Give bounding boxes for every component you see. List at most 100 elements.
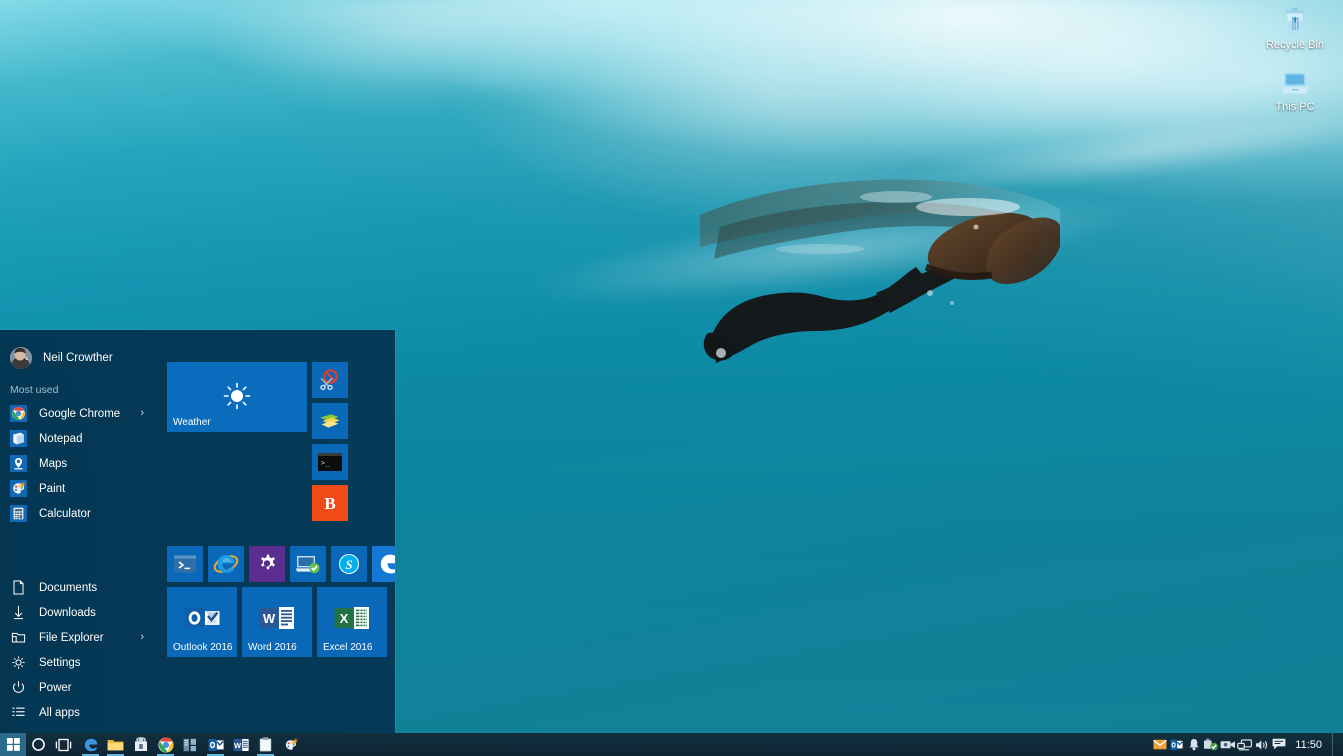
start-item-label: File Explorer: [39, 631, 104, 644]
outlook-icon: [184, 604, 220, 632]
taskbar: W 11:50: [0, 733, 1343, 756]
start-item-label: Documents: [39, 581, 98, 594]
taskbar-app-google-chrome[interactable]: [153, 733, 178, 756]
tray-outlook-icon[interactable]: [1168, 733, 1185, 756]
start-item-power[interactable]: Power: [0, 675, 160, 700]
tray-usb-eject-icon[interactable]: [1202, 733, 1219, 756]
snipping-tool-icon: [318, 368, 342, 392]
tray-speaker-icon[interactable]: [1253, 733, 1270, 756]
notepad-icon: [259, 737, 272, 752]
taskbar-app-notepad[interactable]: [253, 733, 278, 756]
taskbar-pinned-apps: W: [78, 733, 303, 756]
taskbar-app-microsoft-edge[interactable]: [78, 733, 103, 756]
taskbar-app-server-manager[interactable]: [178, 733, 203, 756]
start-item-downloads[interactable]: Downloads: [0, 600, 160, 625]
avatar: [10, 347, 32, 369]
folder-explorer-icon: [10, 629, 27, 646]
desktop-screen: Recycle Bin This PC Neil Crowther Most u…: [0, 0, 1343, 756]
svg-text:B: B: [324, 494, 335, 513]
tile-sticky-notes[interactable]: [312, 403, 348, 439]
show-desktop-button[interactable]: [1332, 733, 1339, 756]
start-menu[interactable]: Neil Crowther Most used Google Chrome › …: [0, 330, 395, 733]
tile-remote-desktop[interactable]: [290, 546, 326, 582]
tile-microsoft-edge[interactable]: [372, 546, 395, 582]
tray-mail-icon[interactable]: [1151, 733, 1168, 756]
store-icon: [134, 737, 148, 752]
tray-action-center-icon[interactable]: [1270, 733, 1287, 756]
tile-settings[interactable]: [249, 546, 285, 582]
desktop-icon-recycle-bin[interactable]: Recycle Bin: [1255, 4, 1335, 52]
tile-command-prompt[interactable]: >_: [312, 444, 348, 480]
tile-excel-2016[interactable]: X Excel 2016: [317, 587, 387, 657]
start-menu-places: Documents Downloads File Explorer › Sett…: [0, 575, 160, 725]
start-item-google-chrome[interactable]: Google Chrome ›: [0, 401, 160, 426]
paint-icon: [283, 737, 299, 753]
start-item-label: Google Chrome: [39, 407, 121, 420]
word-icon: W: [259, 604, 295, 632]
start-item-label: Downloads: [39, 606, 96, 619]
tile-bitdefender[interactable]: B: [312, 485, 348, 521]
outlook-icon: [208, 738, 224, 752]
tile-skype[interactable]: S: [331, 546, 367, 582]
start-item-file-explorer[interactable]: File Explorer ›: [0, 625, 160, 650]
start-item-label: Power: [39, 681, 72, 694]
taskbar-clock[interactable]: 11:50: [1287, 733, 1332, 756]
start-item-label: Calculator: [39, 507, 91, 520]
tile-label: Excel 2016: [323, 642, 373, 653]
start-item-calculator[interactable]: Calculator: [0, 501, 160, 526]
maps-icon: [10, 455, 27, 472]
taskbar-app-word[interactable]: W: [228, 733, 253, 756]
cortana-search-button[interactable]: [26, 733, 51, 756]
start-item-all-apps[interactable]: All apps: [0, 700, 160, 725]
start-item-settings[interactable]: Settings: [0, 650, 160, 675]
tile-label: Word 2016: [248, 642, 297, 653]
start-item-label: Paint: [39, 482, 66, 495]
folder-icon: [107, 738, 124, 752]
chevron-right-icon[interactable]: ›: [140, 632, 144, 643]
svg-text:W: W: [234, 741, 242, 750]
tile-outlook-2016[interactable]: Outlook 2016: [167, 587, 237, 657]
desktop-icon-list: Recycle Bin This PC: [1255, 4, 1335, 128]
svg-text:X: X: [340, 611, 349, 626]
tile-powershell[interactable]: [167, 546, 203, 582]
sticky-notes-icon: [318, 409, 342, 433]
start-item-documents[interactable]: Documents: [0, 575, 160, 600]
tile-snipping-tool[interactable]: [312, 362, 348, 398]
gear-icon: [10, 654, 27, 671]
desktop-icon-label: This PC: [1275, 101, 1315, 113]
svg-text:S: S: [345, 557, 352, 572]
start-menu-user[interactable]: Neil Crowther: [0, 338, 160, 378]
desktop-icon-this-pc[interactable]: This PC: [1255, 66, 1335, 114]
tray-bell-icon[interactable]: [1185, 733, 1202, 756]
all-apps-list-icon: [10, 704, 27, 721]
taskbar-app-outlook[interactable]: [203, 733, 228, 756]
cortana-circle-icon: [31, 737, 46, 752]
gear-icon: [255, 552, 279, 576]
tray-network-icon[interactable]: [1236, 733, 1253, 756]
task-view-button[interactable]: [51, 733, 76, 756]
tile-weather[interactable]: Weather: [167, 362, 307, 432]
system-tray: 11:50: [1151, 733, 1343, 756]
document-icon: [10, 579, 27, 596]
start-item-paint[interactable]: Paint: [0, 476, 160, 501]
tile-label: Weather: [173, 417, 211, 428]
tile-word-2016[interactable]: W Word 2016: [242, 587, 312, 657]
powershell-icon: [173, 554, 197, 574]
svg-text:W: W: [263, 611, 276, 626]
taskbar-app-store[interactable]: [128, 733, 153, 756]
tile-internet-explorer[interactable]: [208, 546, 244, 582]
start-item-label: All apps: [39, 706, 80, 719]
start-button[interactable]: [0, 733, 26, 756]
chevron-right-icon[interactable]: ›: [140, 408, 144, 419]
diver-silhouette: [700, 175, 1060, 365]
chrome-icon: [157, 736, 174, 753]
command-prompt-icon: >_: [317, 452, 343, 472]
windows-logo-icon: [6, 738, 20, 751]
start-item-maps[interactable]: Maps: [0, 451, 160, 476]
start-item-notepad[interactable]: Notepad: [0, 426, 160, 451]
taskbar-app-file-explorer[interactable]: [103, 733, 128, 756]
tray-camera-icon[interactable]: [1219, 733, 1236, 756]
tile-row: S: [167, 546, 395, 587]
taskbar-app-paint[interactable]: [278, 733, 303, 756]
skype-icon: S: [337, 552, 361, 576]
